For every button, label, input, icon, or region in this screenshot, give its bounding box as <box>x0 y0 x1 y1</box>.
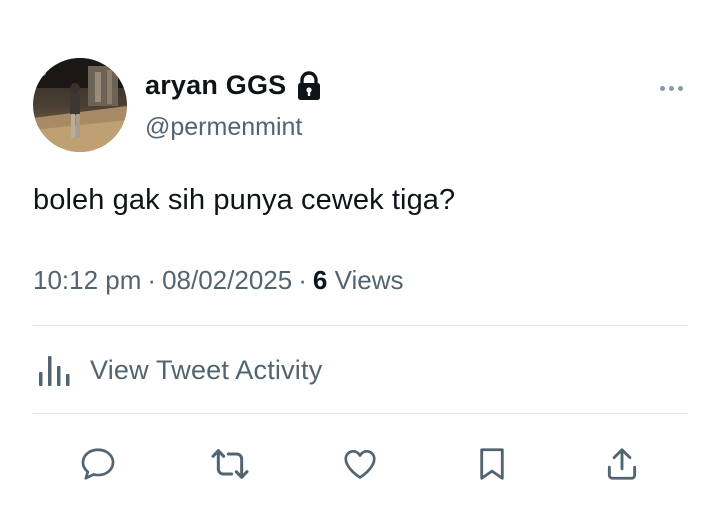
meta-separator: · <box>298 265 307 295</box>
reply-button[interactable] <box>78 444 118 484</box>
view-tweet-activity-link[interactable]: View Tweet Activity <box>36 352 322 388</box>
divider <box>33 413 688 414</box>
views-label: Views <box>334 265 404 295</box>
meta-separator: · <box>147 265 157 295</box>
tweet-date[interactable]: 08/02/2025 <box>162 265 292 295</box>
tweet-meta: 10:12 pm · 08/02/2025 · 6 Views <box>33 265 403 296</box>
avatar-photo <box>33 58 127 152</box>
share-upload-icon <box>607 448 637 480</box>
tweet-time[interactable]: 10:12 pm <box>33 265 141 295</box>
tweet-text: boleh gak sih punya cewek tiga? <box>33 184 456 216</box>
share-button[interactable] <box>602 444 642 484</box>
display-name[interactable]: aryan GGS <box>145 70 286 101</box>
view-tweet-activity-label: View Tweet Activity <box>90 354 323 385</box>
more-dots-icon[interactable] <box>660 86 683 91</box>
speech-bubble-icon <box>81 448 115 480</box>
views-count: 6 <box>312 265 328 295</box>
bar-chart-icon <box>39 356 70 386</box>
heart-icon <box>344 449 376 479</box>
lock-icon <box>296 70 322 101</box>
retweet-icon <box>211 449 249 479</box>
retweet-button[interactable] <box>210 444 250 484</box>
user-handle[interactable]: @permenmint <box>145 113 302 142</box>
author-name-row: aryan GGS <box>145 70 322 101</box>
bookmark-icon <box>480 448 504 480</box>
divider <box>33 325 688 326</box>
avatar[interactable] <box>33 58 127 152</box>
bookmark-button[interactable] <box>472 444 512 484</box>
like-button[interactable] <box>340 444 380 484</box>
